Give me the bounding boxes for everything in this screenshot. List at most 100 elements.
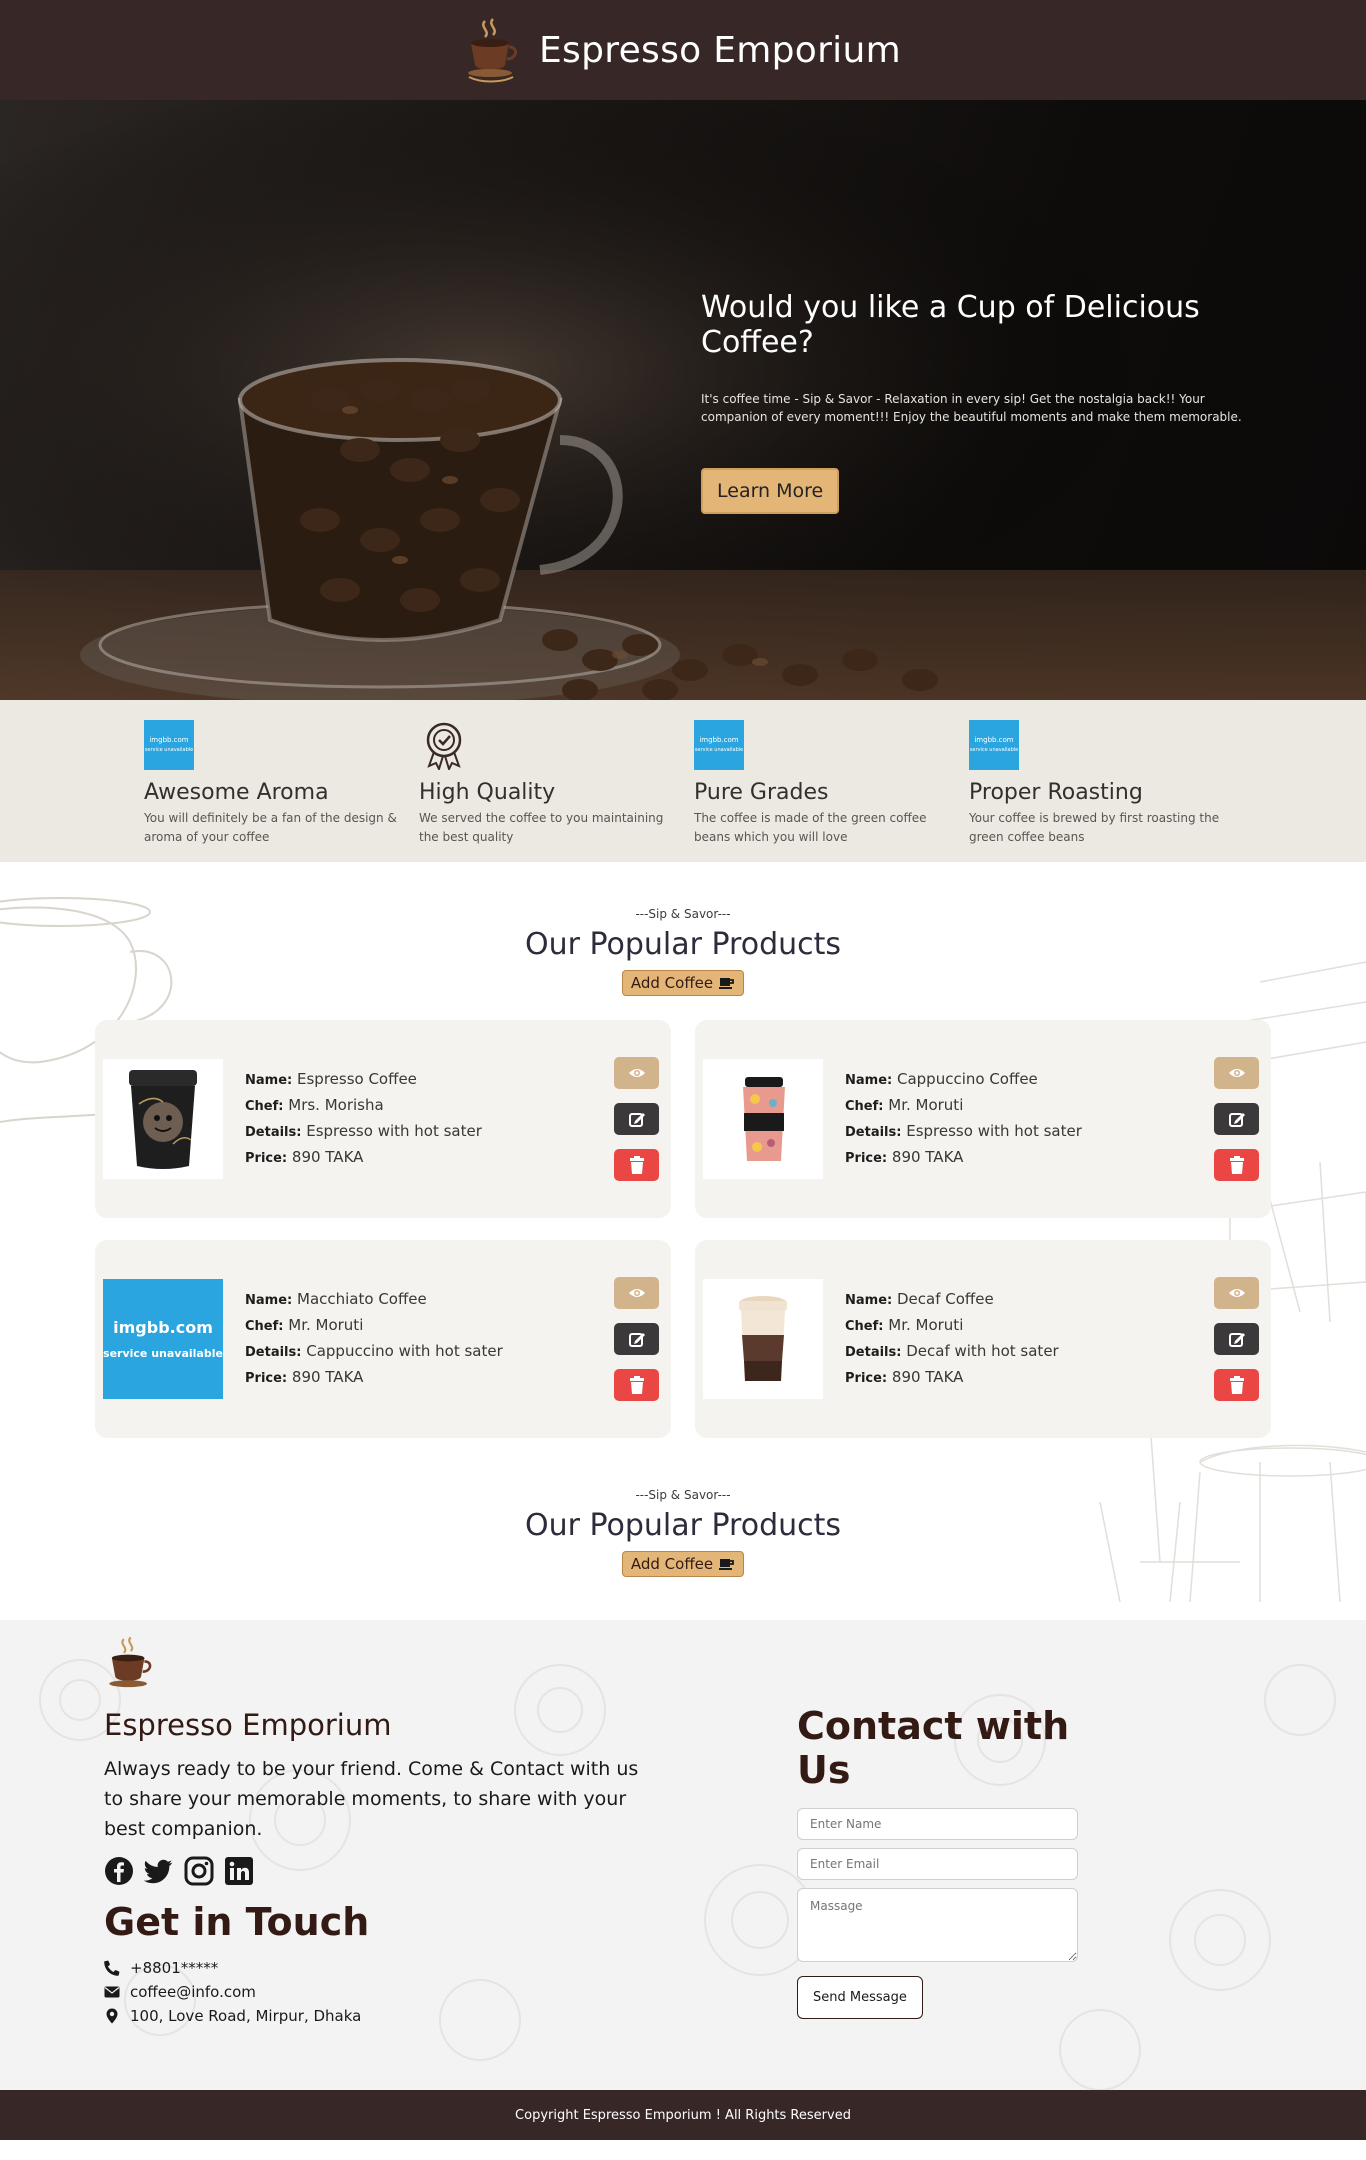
view-button[interactable]: [1214, 1057, 1259, 1089]
hero-text: It's coffee time - Sip & Savor - Relaxat…: [701, 392, 1242, 424]
send-message-button[interactable]: Send Message: [797, 1976, 923, 2019]
product-details: Cappuccino with hot sater: [306, 1342, 503, 1360]
black-travel-mug-image: [129, 1070, 197, 1169]
contact-title: Contact with Us: [797, 1704, 1070, 1792]
message-textarea[interactable]: [797, 1888, 1078, 1962]
trash-icon: [629, 1156, 644, 1174]
feature-pure-grades: imgbb.com service unavailable Pure Grade…: [694, 720, 969, 862]
details-label: Details:: [245, 1125, 302, 1140]
footer-about-text: Always ready to be your friend. Come & C…: [104, 1758, 639, 1840]
delete-button[interactable]: [614, 1149, 659, 1181]
coffee-cup-icon: [719, 1559, 735, 1570]
product-image: [703, 1279, 823, 1399]
product-image: [103, 1059, 223, 1179]
details-label: Details:: [845, 1125, 902, 1140]
product-actions: [1214, 1277, 1259, 1401]
price-label: Price:: [245, 1371, 288, 1386]
feature-desc: Your coffee is brewed by first roasting …: [969, 811, 1220, 844]
pencil-square-icon: [1228, 1113, 1245, 1127]
feature-title: Proper Roasting: [969, 780, 1143, 805]
feature-proper-roasting: imgbb.com service unavailable Proper Roa…: [969, 720, 1244, 862]
product-details: Espresso with hot sater: [906, 1122, 1082, 1140]
section-spacer: [0, 1602, 1366, 1620]
add-coffee-label: Add Coffee: [630, 1555, 714, 1573]
name-label: Name:: [245, 1293, 293, 1308]
feature-title: Pure Grades: [694, 780, 829, 805]
hero-title: Would you like a Cup of Delicious Coffee…: [701, 290, 1200, 360]
placeholder-text: service unavailable: [694, 747, 744, 753]
pencil-square-icon: [1228, 1333, 1245, 1347]
contact-phone: +8801*****: [104, 1958, 644, 1978]
feature-high-quality: High Quality We served the coffee to you…: [419, 720, 694, 862]
edit-button[interactable]: [1214, 1323, 1259, 1355]
coffee-cup-logo-icon[interactable]: [104, 1634, 154, 1694]
delete-button[interactable]: [614, 1369, 659, 1401]
view-button[interactable]: [614, 1277, 659, 1309]
delete-button[interactable]: [1214, 1369, 1259, 1401]
get-in-touch-title: Get in Touch: [104, 1900, 370, 1944]
email-input[interactable]: [797, 1848, 1078, 1880]
product-info: Name: Decaf Coffee Chef: Mr. Moruti Deta…: [845, 1287, 1214, 1391]
view-button[interactable]: [1214, 1277, 1259, 1309]
imgbb-placeholder-image: imgbb.com service unavailable: [103, 1279, 223, 1399]
footer-about-column: Espresso Emporium Always ready to be you…: [104, 1634, 644, 2030]
chef-label: Chef:: [245, 1319, 284, 1334]
linkedin-icon[interactable]: [224, 1856, 254, 1886]
product-card: Name: Decaf Coffee Chef: Mr. Moruti Deta…: [695, 1240, 1271, 1438]
add-coffee-button[interactable]: Add Coffee: [621, 1551, 745, 1577]
address-text: 100, Love Road, Mirpur, Dhaka: [130, 2007, 362, 2025]
delete-button[interactable]: [1214, 1149, 1259, 1181]
edit-button[interactable]: [614, 1103, 659, 1135]
product-name: Espresso Coffee: [297, 1070, 417, 1088]
chef-label: Chef:: [245, 1099, 284, 1114]
eye-icon: [1228, 1069, 1245, 1077]
chef-label: Chef:: [845, 1099, 884, 1114]
facebook-icon[interactable]: [104, 1856, 134, 1886]
product-card: imgbb.com service unavailable Name: Macc…: [95, 1240, 671, 1438]
contact-form-column: Contact with Us Send Message: [797, 1704, 1097, 2019]
quality-badge-icon: [419, 720, 469, 770]
add-coffee-label: Add Coffee: [630, 974, 714, 992]
footer-brand: Espresso Emporium: [104, 1708, 392, 1742]
details-label: Details:: [845, 1345, 902, 1360]
name-label: Name:: [845, 1073, 893, 1088]
product-info: Name: Cappuccino Coffee Chef: Mr. Moruti…: [845, 1067, 1214, 1171]
product-chef: Mrs. Morisha: [288, 1096, 384, 1114]
product-actions: [614, 1057, 659, 1181]
product-card: Name: Cappuccino Coffee Chef: Mr. Moruti…: [695, 1020, 1271, 1218]
twitter-icon[interactable]: [144, 1856, 174, 1886]
features-strip: imgbb.com service unavailable Awesome Ar…: [0, 700, 1366, 862]
details-label: Details:: [245, 1345, 302, 1360]
imgbb-placeholder-icon: imgbb.com service unavailable: [144, 720, 194, 770]
trash-icon: [1229, 1156, 1244, 1174]
product-info: Name: Espresso Coffee Chef: Mrs. Morisha…: [245, 1067, 614, 1171]
placeholder-text: service unavailable: [103, 1347, 223, 1360]
hero-content: Would you like a Cup of Delicious Coffee…: [701, 290, 1261, 514]
price-label: Price:: [245, 1151, 288, 1166]
edit-button[interactable]: [1214, 1103, 1259, 1135]
add-coffee-button[interactable]: Add Coffee: [621, 970, 745, 996]
name-input[interactable]: [797, 1808, 1078, 1840]
feature-title: High Quality: [419, 780, 556, 805]
edit-button[interactable]: [614, 1323, 659, 1355]
site-header: Espresso Emporium: [0, 0, 1366, 100]
phone-text: +8801*****: [130, 1959, 219, 1977]
instagram-icon[interactable]: [184, 1856, 214, 1886]
brown-paper-cup-image: [739, 1296, 787, 1381]
name-label: Name:: [245, 1073, 293, 1088]
products-heading: ---Sip & Savor--- Our Popular Products A…: [0, 862, 1366, 996]
coffee-cup-logo-icon[interactable]: [465, 15, 517, 85]
feature-title: Awesome Aroma: [144, 780, 329, 805]
pencil-square-icon: [628, 1333, 645, 1347]
products-heading-secondary: ---Sip & Savor--- Our Popular Products A…: [0, 1488, 1366, 1577]
contact-address: 100, Love Road, Mirpur, Dhaka: [104, 2006, 644, 2026]
learn-more-button[interactable]: Learn More: [701, 468, 840, 514]
product-details: Espresso with hot sater: [306, 1122, 482, 1140]
feature-desc: We served the coffee to you maintaining …: [419, 811, 664, 844]
view-button[interactable]: [614, 1057, 659, 1089]
placeholder-text: imgbb.com: [113, 1318, 213, 1337]
email-text: coffee@info.com: [130, 1983, 256, 2001]
trash-icon: [1229, 1376, 1244, 1394]
section-subtitle: ---Sip & Savor---: [635, 907, 731, 921]
product-details: Decaf with hot sater: [906, 1342, 1059, 1360]
